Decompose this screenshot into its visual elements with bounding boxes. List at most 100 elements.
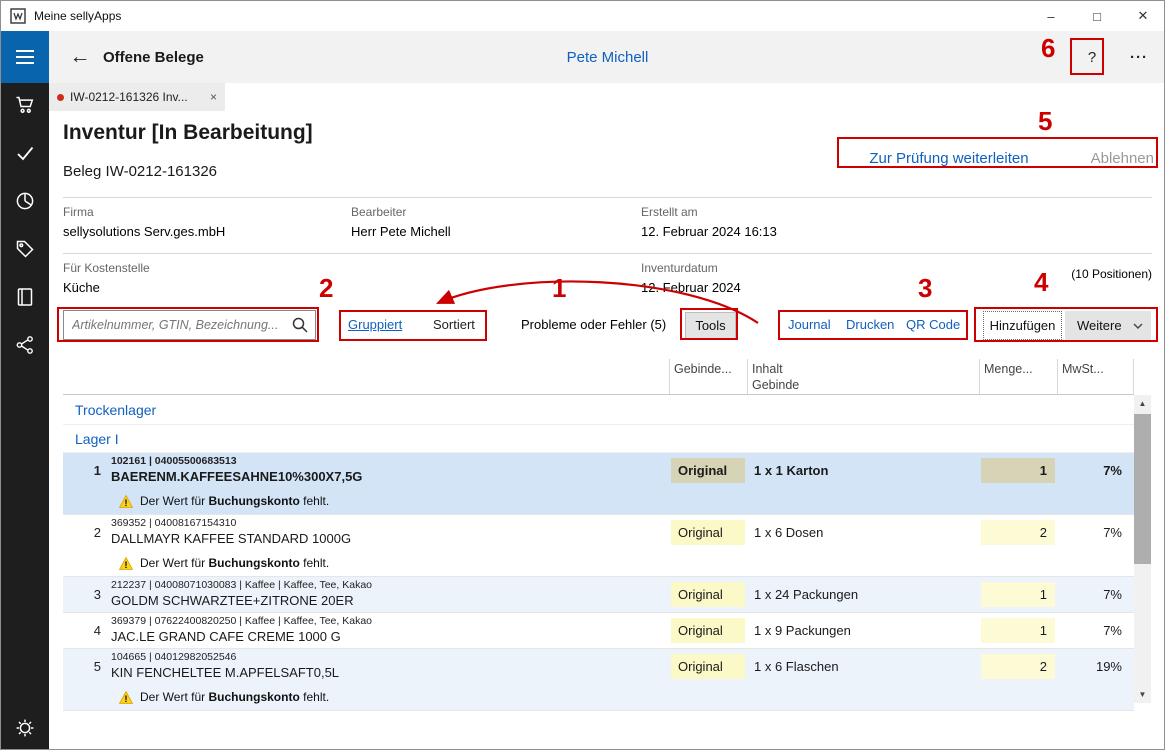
mwst-cell: 19% [1057,659,1134,674]
app-header: ← Offene Belege Pete Michell ? ··· [49,31,1165,83]
tab-close-icon[interactable]: × [210,90,217,104]
inventurdatum-value: 12. Februar 2024 [641,280,741,295]
scroll-down-icon[interactable]: ▼ [1134,686,1151,703]
qr-code-link[interactable]: QR Code [906,317,960,332]
header-spacer [63,359,669,394]
document-actions: Zur Prüfung weiterleiten Ablehnen [869,150,1154,167]
warning-icon: ! [119,557,133,570]
print-link[interactable]: Drucken [846,317,894,332]
inventurdatum-label: Inventurdatum [641,261,718,275]
add-button[interactable]: Hinzufügen [983,311,1062,340]
search-icon[interactable] [289,314,311,336]
pie-chart-icon[interactable] [14,190,36,212]
row-number: 3 [63,587,109,602]
document-tab[interactable]: IW-0212-161326 Inv... × [49,83,225,111]
gebinde-cell[interactable]: Original [671,520,745,545]
minimize-button[interactable]: – [1028,1,1074,31]
app-window: Meine sellyApps – □ ✕ ← Offene Belege Pe… [0,0,1165,750]
table-row[interactable]: 2 369352 | 04008167154310 DALLMAYR KAFFE… [63,515,1134,577]
journal-link[interactable]: Journal [788,317,831,332]
gear-icon[interactable] [14,717,36,739]
warning-icon: ! [119,691,133,704]
firma-label: Firma [63,205,94,219]
journal-icon[interactable] [14,286,36,308]
inhalt-cell: 1 x 1 Karton [747,463,979,478]
more-dropdown-label: Weitere [1077,318,1122,333]
header-mwst[interactable]: MwSt... [1057,359,1134,394]
search-input-container [63,310,316,340]
positions-table: Gebinde... Inhalt Gebinde Menge... MwSt.… [63,359,1134,711]
tag-icon[interactable] [14,238,36,260]
window-title: Meine sellyApps [34,9,121,23]
firma-value: sellysolutions Serv.ges.mbH [63,224,225,239]
gebinde-cell[interactable]: Original [671,458,745,483]
mwst-cell: 7% [1057,587,1134,602]
erstellt-value: 12. Februar 2024 16:13 [641,224,777,239]
bearbeiter-label: Bearbeiter [351,205,406,219]
header-gebinde[interactable]: Gebinde... [669,359,747,394]
help-button[interactable]: ? [1078,43,1106,71]
menge-cell[interactable]: 2 [981,654,1055,679]
table-row[interactable]: 5 104665 | 04012982052546 KIN FENCHELTEE… [63,649,1134,711]
user-name[interactable]: Pete Michell [49,49,1165,66]
scrollbar-thumb[interactable] [1134,414,1151,564]
article-code: 104665 | 04012982052546 [111,651,669,664]
mwst-cell: 7% [1057,525,1134,540]
erstellt-label: Erstellt am [641,205,698,219]
inhalt-cell: 1 x 6 Flaschen [747,659,979,674]
article-name: BAERENM.KAFFEESAHNE10%300X7,5G [111,469,669,486]
more-dropdown[interactable]: Weitere [1065,311,1151,340]
more-options-button[interactable]: ··· [1124,43,1154,71]
unsaved-indicator-dot [57,94,64,101]
group-header-trockenlager[interactable]: Trockenlager [63,395,1134,425]
problems-count[interactable]: Probleme oder Fehler (5) [521,317,666,332]
inhalt-cell: 1 x 24 Packungen [747,587,979,602]
tools-button[interactable]: Tools [685,312,736,339]
header-inhalt[interactable]: Inhalt Gebinde [747,359,979,394]
check-icon[interactable] [14,142,36,164]
divider [63,253,1152,254]
sorted-toggle[interactable]: Sortiert [433,317,475,332]
gebinde-cell[interactable]: Original [671,618,745,643]
tab-label: IW-0212-161326 Inv... [70,90,188,104]
article-code: 369379 | 07622400820250 | Kaffee | Kaffe… [111,615,669,628]
divider [63,197,1152,198]
article-code: 369352 | 04008167154310 [111,517,669,530]
menge-cell[interactable]: 1 [981,618,1055,643]
row-number: 5 [63,659,109,674]
cart-icon[interactable] [14,94,36,116]
table-header-row: Gebinde... Inhalt Gebinde Menge... MwSt.… [63,359,1134,395]
menge-cell[interactable]: 1 [981,582,1055,607]
menge-cell[interactable]: 2 [981,520,1055,545]
table-row[interactable]: 1 102161 | 04005500683513 BAERENM.KAFFEE… [63,453,1134,515]
gebinde-cell[interactable]: Original [671,654,745,679]
inhalt-cell: 1 x 6 Dosen [747,525,979,540]
row-warning: ! Der Wert für Buchungskonto fehlt. [63,488,1134,514]
maximize-button[interactable]: □ [1074,1,1120,31]
main-content: Inventur [In Bearbeitung] Zur Prüfung we… [49,111,1165,750]
gebinde-cell[interactable]: Original [671,582,745,607]
table-row[interactable]: 4 369379 | 07622400820250 | Kaffee | Kaf… [63,613,1134,649]
forward-for-review-button[interactable]: Zur Prüfung weiterleiten [869,150,1028,167]
title-bar: Meine sellyApps – □ ✕ [1,1,1165,31]
inhalt-cell: 1 x 9 Packungen [747,623,979,638]
share-icon[interactable] [14,334,36,356]
svg-text:!: ! [125,694,128,704]
menu-icon[interactable] [1,31,49,83]
article-code: 102161 | 04005500683513 [111,455,669,468]
header-menge[interactable]: Menge... [979,359,1057,394]
bearbeiter-value: Herr Pete Michell [351,224,451,239]
close-button[interactable]: ✕ [1120,1,1165,31]
group-header-lager-1[interactable]: Lager I [63,425,1134,453]
vertical-scrollbar[interactable]: ▲ ▼ [1134,395,1151,703]
search-input[interactable] [64,311,289,339]
grouped-toggle[interactable]: Gruppiert [348,317,402,332]
article-name: DALLMAYR KAFFEE STANDARD 1000G [111,531,669,548]
back-arrow-icon[interactable]: ← [65,45,95,69]
scroll-up-icon[interactable]: ▲ [1134,395,1151,412]
row-number: 1 [63,463,109,478]
reject-button[interactable]: Ablehnen [1091,150,1154,167]
article-name: GOLDM SCHWARZTEE+ZITRONE 20ER [111,593,669,610]
table-row[interactable]: 3 212237 | 04008071030083 | Kaffee | Kaf… [63,577,1134,613]
menge-cell[interactable]: 1 [981,458,1055,483]
